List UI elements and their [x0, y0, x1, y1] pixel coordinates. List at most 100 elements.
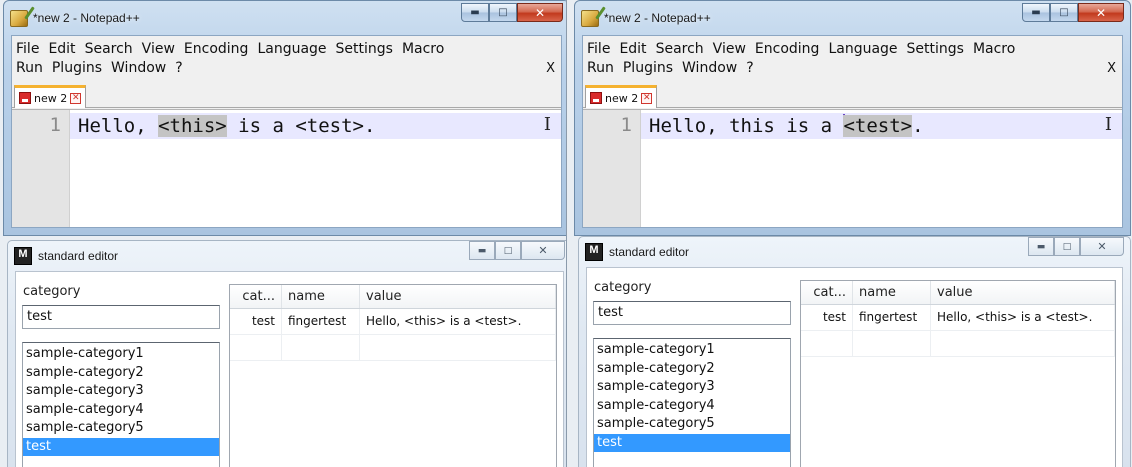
empty-cell: [282, 335, 360, 360]
code-text-before: Hello, this is a: [649, 115, 844, 137]
category-item[interactable]: sample-category4: [23, 401, 219, 420]
entries-table[interactable]: cat... name value test fingertest Hello,…: [800, 280, 1116, 467]
text-editor[interactable]: 1 Hello, <this> is a <test>. I: [12, 109, 561, 227]
category-list[interactable]: sample-category1 sample-category2 sample…: [22, 342, 220, 467]
tab-new-2[interactable]: new 2 ✕: [14, 85, 87, 108]
tab-close-icon[interactable]: ✕: [70, 92, 82, 104]
category-input[interactable]: test: [593, 301, 791, 325]
menu-edit[interactable]: Edit: [48, 40, 75, 59]
entries-table[interactable]: cat... name value test fingertest Hello,…: [229, 284, 557, 467]
category-list[interactable]: sample-category1 sample-category2 sample…: [593, 338, 791, 467]
menu-search[interactable]: Search: [85, 40, 133, 59]
category-input[interactable]: test: [22, 305, 220, 329]
menu-help[interactable]: ?: [175, 59, 182, 78]
column-header-name[interactable]: name: [853, 281, 931, 304]
category-item[interactable]: sample-category3: [594, 378, 790, 397]
menu-view[interactable]: View: [142, 40, 175, 59]
menu-window[interactable]: Window: [111, 59, 166, 78]
close-icon[interactable]: ✕: [1078, 3, 1124, 22]
close-icon[interactable]: ✕: [521, 241, 565, 260]
maximize-icon[interactable]: □: [1054, 237, 1080, 256]
standard-editor-title-bar[interactable]: M standard editor: [14, 247, 118, 265]
menu-encoding[interactable]: Encoding: [755, 40, 820, 59]
line-number-gutter: 1: [12, 110, 70, 227]
menu-window[interactable]: Window: [682, 59, 737, 78]
column-header-name[interactable]: name: [282, 285, 360, 308]
cell-category: test: [801, 305, 853, 330]
notepadpp-client: File Edit Search View Encoding Language …: [582, 35, 1123, 228]
standard-editor-caption-buttons: ▬ □ ✕: [1028, 237, 1124, 256]
table-row-empty: [801, 331, 1115, 357]
category-item-selected[interactable]: test: [23, 437, 219, 456]
menu-search[interactable]: Search: [656, 40, 704, 59]
menu-plugins[interactable]: Plugins: [623, 59, 673, 78]
category-item[interactable]: sample-category5: [23, 419, 219, 438]
standard-editor-client: category test sample-category1 sample-ca…: [15, 271, 564, 467]
menu-settings[interactable]: Settings: [336, 40, 393, 59]
close-document-button[interactable]: X: [546, 59, 555, 78]
menu-file[interactable]: File: [16, 40, 39, 59]
category-item[interactable]: sample-category3: [23, 382, 219, 401]
notepadpp-window: *new 2 - Notepad++ ▬ □ ✕ File Edit Searc…: [574, 0, 1131, 236]
menu-macro[interactable]: Macro: [402, 40, 444, 59]
menu-help[interactable]: ?: [746, 59, 753, 78]
close-icon[interactable]: ✕: [1080, 237, 1124, 256]
menu-edit[interactable]: Edit: [619, 40, 646, 59]
menu-language[interactable]: Language: [828, 40, 897, 59]
category-item[interactable]: sample-category5: [594, 415, 790, 434]
menu-run[interactable]: Run: [16, 59, 43, 78]
category-item-selected[interactable]: test: [594, 433, 790, 452]
maximize-icon[interactable]: □: [1050, 3, 1078, 22]
standard-editor-title-bar[interactable]: M standard editor: [585, 243, 689, 261]
code-line[interactable]: Hello, this is a <test>.: [641, 113, 1122, 139]
menu-settings[interactable]: Settings: [907, 40, 964, 59]
menu-macro[interactable]: Macro: [973, 40, 1015, 59]
maximize-icon[interactable]: □: [495, 241, 521, 260]
menu-row-1: File Edit Search View Encoding Language …: [587, 40, 1116, 59]
column-header-category[interactable]: cat...: [801, 281, 853, 304]
code-text-after: is a <test>.: [226, 115, 376, 137]
menu-plugins[interactable]: Plugins: [52, 59, 102, 78]
cell-value: Hello, <this> is a <test>.: [360, 309, 556, 334]
close-icon[interactable]: ✕: [517, 3, 563, 22]
code-line[interactable]: Hello, <this> is a <test>.: [70, 113, 561, 139]
right-pane: *new 2 - Notepad++ ▬ □ ✕ File Edit Searc…: [566, 0, 1132, 467]
column-header-value[interactable]: value: [360, 285, 556, 308]
ibeam-cursor-icon: I: [1104, 114, 1112, 135]
standard-editor-client: category test sample-category1 sample-ca…: [586, 267, 1123, 467]
table-row[interactable]: test fingertest Hello, <this> is a <test…: [801, 305, 1115, 331]
category-item[interactable]: sample-category1: [594, 341, 790, 360]
minimize-icon[interactable]: ▬: [461, 3, 489, 22]
category-item[interactable]: sample-category2: [594, 360, 790, 379]
category-item[interactable]: sample-category2: [23, 364, 219, 383]
menu-file[interactable]: File: [587, 40, 610, 59]
minimize-icon[interactable]: ▬: [469, 241, 495, 260]
minimize-icon[interactable]: ▬: [1028, 237, 1054, 256]
empty-cell: [853, 331, 931, 356]
empty-cell: [801, 331, 853, 356]
empty-cell: [931, 331, 1115, 356]
text-editor[interactable]: 1 Hello, this is a <test>. I: [583, 109, 1122, 227]
menu-encoding[interactable]: Encoding: [184, 40, 249, 59]
menu-run[interactable]: Run: [587, 59, 614, 78]
table-row[interactable]: test fingertest Hello, <this> is a <test…: [230, 309, 556, 335]
maximize-icon[interactable]: □: [489, 3, 517, 22]
minimize-icon[interactable]: ▬: [1022, 3, 1050, 22]
category-item[interactable]: sample-category4: [594, 397, 790, 416]
line-number-gutter: 1: [583, 110, 641, 227]
tab-bar: new 2 ✕: [583, 82, 1122, 108]
column-header-value[interactable]: value: [931, 281, 1115, 304]
close-document-button[interactable]: X: [1107, 59, 1116, 78]
category-label: category: [594, 280, 652, 295]
menu-row-2: Run Plugins Window ?: [16, 59, 555, 78]
save-state-icon: [590, 92, 602, 104]
column-header-category[interactable]: cat...: [230, 285, 282, 308]
category-item[interactable]: sample-category1: [23, 345, 219, 364]
table-row-empty: [230, 335, 556, 361]
menu-language[interactable]: Language: [257, 40, 326, 59]
menu-bar: File Edit Search View Encoding Language …: [583, 36, 1122, 78]
menu-view[interactable]: View: [713, 40, 746, 59]
tab-new-2[interactable]: new 2 ✕: [585, 85, 658, 108]
line-number: 1: [49, 114, 61, 136]
tab-close-icon[interactable]: ✕: [641, 92, 653, 104]
